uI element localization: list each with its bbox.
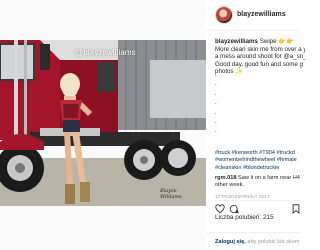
caption-dot: . (215, 80, 217, 88)
avatar[interactable] (215, 6, 233, 24)
caption-text: Swipe (259, 38, 277, 45)
login-prompt: Zaloguj się, aby polubić lub skom (206, 232, 300, 250)
caption-dot: . (215, 99, 217, 107)
caption-username-link[interactable]: blayzewilliams (215, 38, 258, 45)
caption-dot: . (215, 71, 217, 78)
header-username-link[interactable]: blayzewilliams (237, 11, 286, 18)
caption-dot: . (215, 127, 217, 135)
comment: rgm.018 Saw it on a farm near H4 other w… (215, 175, 305, 190)
photographer-signature: Blayze Williams (160, 188, 182, 200)
hashtag-list[interactable]: #truck #kenworth #T904 #truckd #womenbeh… (215, 150, 305, 172)
truck-photo-illustration (0, 0, 206, 250)
comment-text: other week. (215, 182, 244, 189)
comment-text: Saw it on a farm near H4 (238, 175, 300, 181)
instagram-post: @blayzewilliams Blayze Williams blayzewi… (0, 0, 305, 250)
post-header: blayzewilliams (206, 0, 300, 31)
caption-dots: . . . . . . . (215, 70, 217, 136)
sparkle-emoji-icon: ✨ (235, 68, 244, 76)
comment-icon[interactable] (229, 204, 239, 214)
likes-count[interactable]: Liczba polubień: 215 (215, 214, 274, 221)
login-link[interactable]: Zaloguj się, (215, 239, 246, 245)
caption-text: More clean skin me from over a y (215, 45, 305, 53)
caption-text: photos (215, 68, 234, 76)
post-photo[interactable]: @blayzewilliams Blayze Williams (0, 0, 206, 250)
caption: blayzewilliams Swipe 👉👉 More clean skin … (215, 38, 305, 76)
login-prompt-text: aby polubić lub skom (245, 239, 300, 245)
heart-icon[interactable] (215, 204, 225, 214)
photo-watermark: @blayzewilliams (75, 48, 136, 57)
comment-username-link[interactable]: rgm.018 (215, 175, 236, 181)
post-side-panel: blayzewilliams blayzewilliams Swipe 👉👉 M… (206, 0, 305, 250)
post-date: 17 PAŹDZIERNIKA 2017 (215, 194, 270, 199)
hashtag-line[interactable]: #womenbehindthewheel #female (215, 157, 305, 164)
caption-dot: . (215, 108, 217, 116)
signature-line: Williams (160, 194, 182, 200)
caption-dot: . (215, 118, 217, 126)
caption-dot: . (215, 89, 217, 97)
hashtag-line[interactable]: #cleanskin #blondetruckie (215, 165, 305, 172)
hashtag-line[interactable]: #truck #kenworth #T904 #truckd (215, 150, 305, 157)
clapping-emoji-icon: 👉👉 (278, 38, 294, 45)
caption-text: a mess around shoot for @a_sn_ (215, 53, 305, 61)
action-bar (215, 200, 301, 214)
bookmark-icon[interactable] (291, 204, 301, 214)
